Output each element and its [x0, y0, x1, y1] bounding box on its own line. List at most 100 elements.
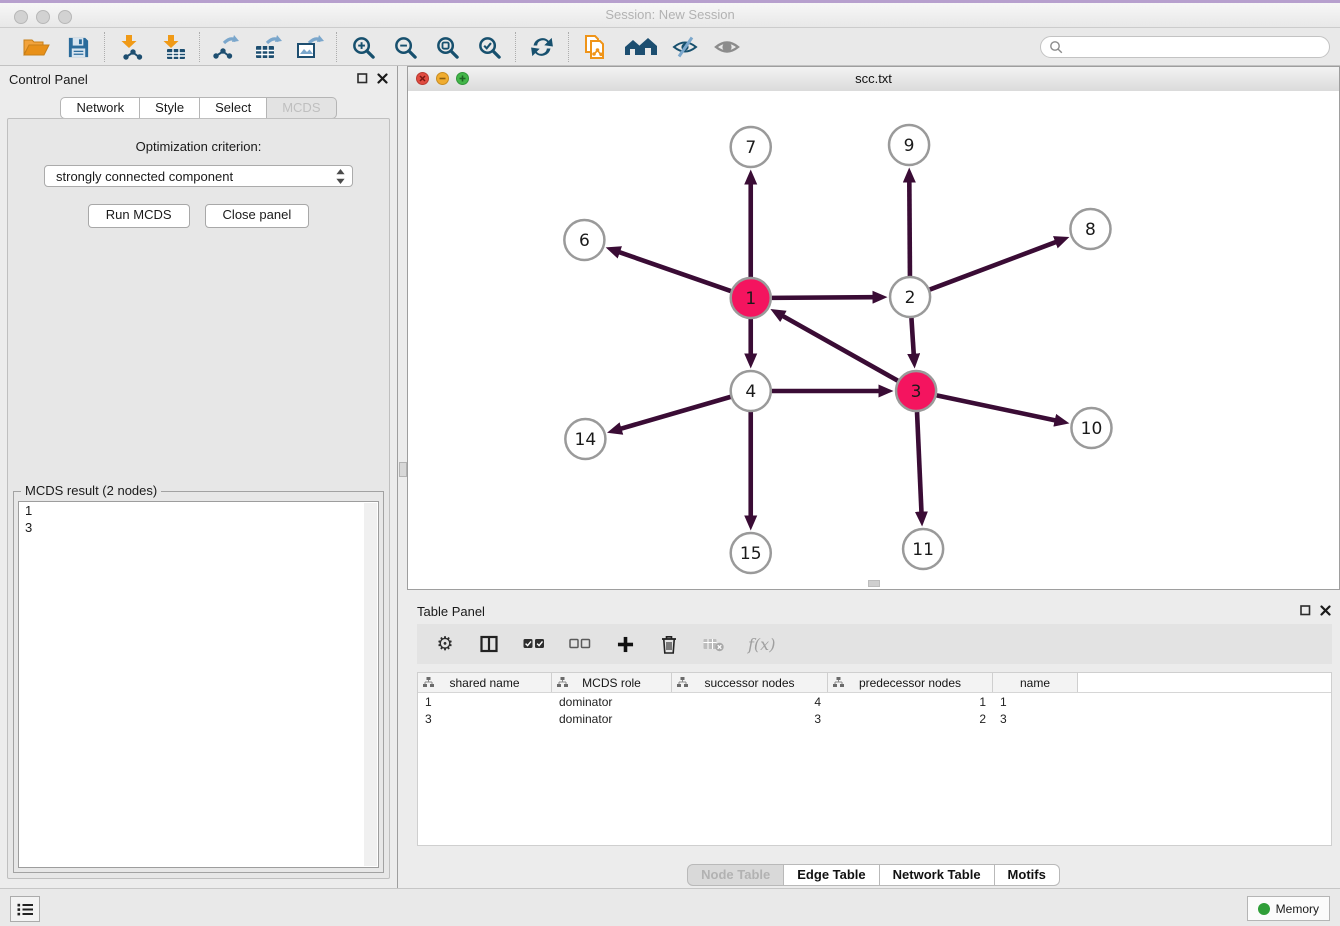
control-panel-tabs: Network Style Select MCDS: [0, 97, 397, 119]
table-row[interactable]: 1dominator411: [418, 693, 1331, 710]
tab-network-table[interactable]: Network Table: [880, 864, 995, 886]
close-panel-button[interactable]: Close panel: [205, 204, 310, 228]
column-header-successor-nodes[interactable]: successor nodes: [672, 673, 828, 692]
window-close-button[interactable]: [14, 10, 28, 24]
graph-edge-2-9[interactable]: [909, 182, 910, 276]
table-cell[interactable]: 3: [418, 712, 552, 726]
tab-edge-table[interactable]: Edge Table: [784, 864, 879, 886]
tab-node-table[interactable]: Node Table: [687, 864, 784, 886]
graph-node-10[interactable]: 10: [1071, 408, 1111, 448]
delete-column-button[interactable]: [659, 635, 679, 654]
zoom-fit-button[interactable]: [432, 32, 462, 62]
result-scrollbar[interactable]: [364, 503, 377, 866]
window-zoom-button[interactable]: [58, 10, 72, 24]
graph-node-7[interactable]: 7: [731, 127, 771, 167]
criterion-select[interactable]: strongly connected component: [44, 165, 353, 187]
save-session-button[interactable]: [63, 32, 93, 62]
graph-edge-3-11[interactable]: [917, 412, 921, 512]
graph-edge-1-6[interactable]: [619, 252, 730, 291]
close-table-panel-icon[interactable]: [1320, 605, 1331, 616]
graph-edge-3-1[interactable]: [783, 316, 898, 381]
tab-style[interactable]: Style: [140, 97, 200, 119]
graph-node-11[interactable]: 11: [903, 529, 943, 569]
search-input[interactable]: [1068, 38, 1329, 56]
tab-mcds[interactable]: MCDS: [267, 97, 336, 119]
float-panel-icon[interactable]: [357, 73, 368, 84]
column-label: name: [1020, 676, 1050, 690]
graph-node-8[interactable]: 8: [1070, 209, 1110, 249]
graph-node-4[interactable]: 4: [731, 371, 771, 411]
column-header-mcds-role[interactable]: MCDS role: [552, 673, 672, 692]
svg-text:15: 15: [740, 544, 762, 564]
float-table-panel-icon[interactable]: [1300, 605, 1311, 616]
import-network-button[interactable]: [116, 32, 146, 62]
table-cell[interactable]: 4: [672, 695, 828, 709]
column-header-predecessor-nodes[interactable]: predecessor nodes: [828, 673, 993, 692]
tab-select[interactable]: Select: [200, 97, 267, 119]
table-cell[interactable]: 1: [993, 695, 1078, 709]
search-box[interactable]: [1040, 36, 1330, 58]
hide-details-button[interactable]: [670, 32, 700, 62]
zoom-in-button[interactable]: [348, 32, 378, 62]
table-cell[interactable]: dominator: [552, 712, 672, 726]
memory-button[interactable]: Memory: [1247, 896, 1330, 921]
graph-node-3[interactable]: 3: [896, 371, 936, 411]
column-header-shared-name[interactable]: shared name: [418, 673, 552, 692]
table-cell[interactable]: 1: [418, 695, 552, 709]
unselect-all-columns-button[interactable]: [569, 638, 591, 650]
graph-node-9[interactable]: 9: [889, 125, 929, 165]
table-cell[interactable]: 2: [828, 712, 993, 726]
table-cell[interactable]: 1: [828, 695, 993, 709]
export-image-button[interactable]: [295, 32, 325, 62]
show-all-networks-button[interactable]: [622, 32, 658, 62]
export-network-button[interactable]: [211, 32, 241, 62]
network-maximize-button[interactable]: [456, 72, 469, 85]
window-minimize-button[interactable]: [36, 10, 50, 24]
table-cell[interactable]: 3: [672, 712, 828, 726]
memory-status-icon: [1258, 903, 1270, 915]
divider-handle[interactable]: [399, 462, 407, 477]
graph-node-2[interactable]: 2: [890, 277, 930, 317]
view-resize-handle[interactable]: [868, 580, 880, 587]
close-panel-icon[interactable]: [377, 73, 388, 84]
clone-network-button[interactable]: [580, 32, 610, 62]
export-table-button[interactable]: [253, 32, 283, 62]
table-cell[interactable]: dominator: [552, 695, 672, 709]
tab-network[interactable]: Network: [60, 97, 140, 119]
graph-edge-2-3[interactable]: [911, 318, 913, 354]
network-canvas[interactable]: 1 2 3 4 6 7 8 9 10 11 14 15: [408, 91, 1339, 589]
network-close-button[interactable]: [416, 72, 429, 85]
network-minimize-button[interactable]: [436, 72, 449, 85]
function-builder-button[interactable]: f(x): [748, 635, 775, 654]
graph-edge-2-8[interactable]: [930, 242, 1056, 290]
graph-node-6[interactable]: 6: [564, 220, 604, 260]
zoom-selected-button[interactable]: [474, 32, 504, 62]
zoom-out-button[interactable]: [390, 32, 420, 62]
apply-layout-button[interactable]: [527, 32, 557, 62]
zoom-out-icon: [393, 35, 418, 60]
select-all-columns-button[interactable]: [523, 638, 545, 650]
delete-table-button[interactable]: [703, 636, 724, 652]
graph-node-14[interactable]: 14: [565, 419, 605, 459]
tab-motifs[interactable]: Motifs: [995, 864, 1060, 886]
table-row[interactable]: 3dominator323: [418, 710, 1331, 727]
import-table-button[interactable]: [158, 32, 188, 62]
create-column-button[interactable]: [615, 636, 635, 653]
tree-icon: [833, 677, 844, 688]
mcds-result-list[interactable]: 13: [18, 501, 379, 868]
open-session-button[interactable]: [21, 32, 51, 62]
table-settings-button[interactable]: ⚙: [435, 635, 455, 654]
run-mcds-button[interactable]: Run MCDS: [88, 204, 190, 228]
graph-edge-1-2[interactable]: [772, 297, 873, 298]
show-columns-button[interactable]: [479, 635, 499, 653]
graph-node-1[interactable]: 1: [731, 278, 771, 318]
graph-edge-3-10[interactable]: [937, 395, 1056, 420]
task-history-button[interactable]: [10, 896, 40, 922]
table-cell[interactable]: 3: [993, 712, 1078, 726]
show-details-button[interactable]: [712, 32, 742, 62]
window-controls[interactable]: [14, 10, 72, 24]
network-graph-svg: 1 2 3 4 6 7 8 9 10 11 14 15: [408, 91, 1339, 589]
graph-edge-4-14[interactable]: [621, 397, 731, 429]
column-header-name[interactable]: name: [993, 673, 1078, 692]
graph-node-15[interactable]: 15: [731, 533, 771, 573]
